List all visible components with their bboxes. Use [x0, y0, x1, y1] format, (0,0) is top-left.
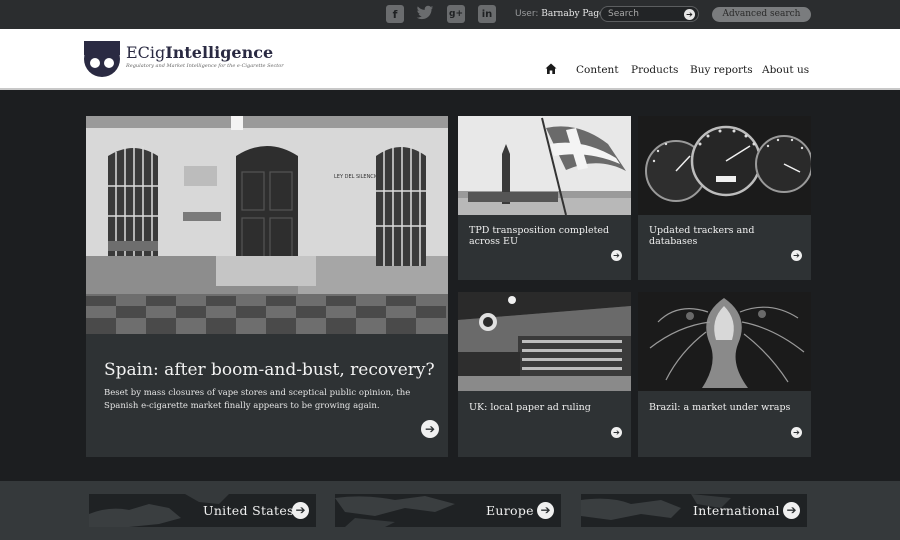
- site-header: ECigIntelligence Regulatory and Market I…: [0, 29, 900, 90]
- google-plus-icon[interactable]: g+: [447, 5, 465, 23]
- article-card-brazil[interactable]: Brazil: a market under wraps ➔: [638, 292, 811, 457]
- feature-image: LEY DEL SILENCIO: [86, 116, 448, 334]
- uk-arrow-icon[interactable]: ➔: [611, 427, 622, 438]
- region-united-states[interactable]: United States ➔: [89, 494, 316, 527]
- search-input[interactable]: [608, 8, 683, 20]
- article-card-trackers[interactable]: Updated trackers and databases ➔: [638, 116, 811, 280]
- feature-arrow-icon[interactable]: ➔: [421, 420, 439, 438]
- brand-bold: Intelligence: [165, 43, 274, 62]
- trackers-arrow-icon[interactable]: ➔: [791, 250, 802, 261]
- trackers-image: [638, 116, 811, 215]
- region-label-europe: Europe: [486, 503, 534, 518]
- europe-arrow-icon[interactable]: ➔: [537, 502, 554, 519]
- region-label-united-states: United States: [203, 503, 294, 518]
- nav-about-us[interactable]: About us: [762, 64, 809, 76]
- user-name[interactable]: Barnaby Page: [541, 9, 604, 19]
- linkedin-icon[interactable]: in: [478, 5, 496, 23]
- search-submit-icon[interactable]: ➔: [684, 9, 695, 20]
- feature-article-card[interactable]: LEY DEL SILENCIO Spain: after boom-and-b…: [86, 116, 448, 457]
- region-europe[interactable]: Europe ➔: [335, 494, 561, 527]
- feature-title[interactable]: Spain: after boom-and-bust, recovery?: [104, 360, 435, 380]
- nav-products[interactable]: Products: [631, 64, 678, 76]
- region-international[interactable]: International ➔: [581, 494, 807, 527]
- international-arrow-icon[interactable]: ➔: [783, 502, 800, 519]
- twitter-icon[interactable]: [416, 4, 434, 22]
- region-label-international: International: [693, 503, 780, 518]
- uk-shop-image: [458, 292, 631, 391]
- advanced-search-button[interactable]: Advanced search: [712, 7, 811, 22]
- feature-description: Beset by mass closures of vape stores an…: [104, 388, 411, 411]
- logo-icon[interactable]: [84, 41, 120, 77]
- brand-name[interactable]: ECigIntelligence: [126, 43, 273, 62]
- home-icon[interactable]: [545, 63, 557, 75]
- top-utility-bar: f g+ in User: Barnaby Page ➔ Advanced se…: [0, 0, 900, 29]
- tile-title-uk[interactable]: UK: local paper ad ruling: [469, 402, 619, 413]
- tile-title-trackers[interactable]: Updated trackers and databases: [649, 225, 799, 247]
- search-box: ➔: [600, 6, 699, 22]
- brand-prefix: ECig: [126, 43, 166, 62]
- article-card-tpd[interactable]: TPD transposition completed across EU ➔: [458, 116, 631, 280]
- tile-title-tpd[interactable]: TPD transposition completed across EU: [469, 225, 619, 247]
- brand-tagline: Regulatory and Market Intelligence for t…: [126, 63, 284, 69]
- user-label: User:: [515, 9, 542, 19]
- tpd-image: [458, 116, 631, 215]
- brazil-image: [638, 292, 811, 391]
- article-card-uk[interactable]: UK: local paper ad ruling ➔: [458, 292, 631, 457]
- brazil-arrow-icon[interactable]: ➔: [791, 427, 802, 438]
- united-states-arrow-icon[interactable]: ➔: [292, 502, 309, 519]
- nav-buy-reports[interactable]: Buy reports: [690, 64, 753, 76]
- facebook-icon[interactable]: f: [386, 5, 404, 23]
- tile-title-brazil[interactable]: Brazil: a market under wraps: [649, 402, 799, 413]
- user-info: User: Barnaby Page: [515, 9, 605, 19]
- tpd-arrow-icon[interactable]: ➔: [611, 250, 622, 261]
- wall-sign-text: LEY DEL SILENCIO: [334, 174, 379, 180]
- nav-content[interactable]: Content: [576, 64, 619, 76]
